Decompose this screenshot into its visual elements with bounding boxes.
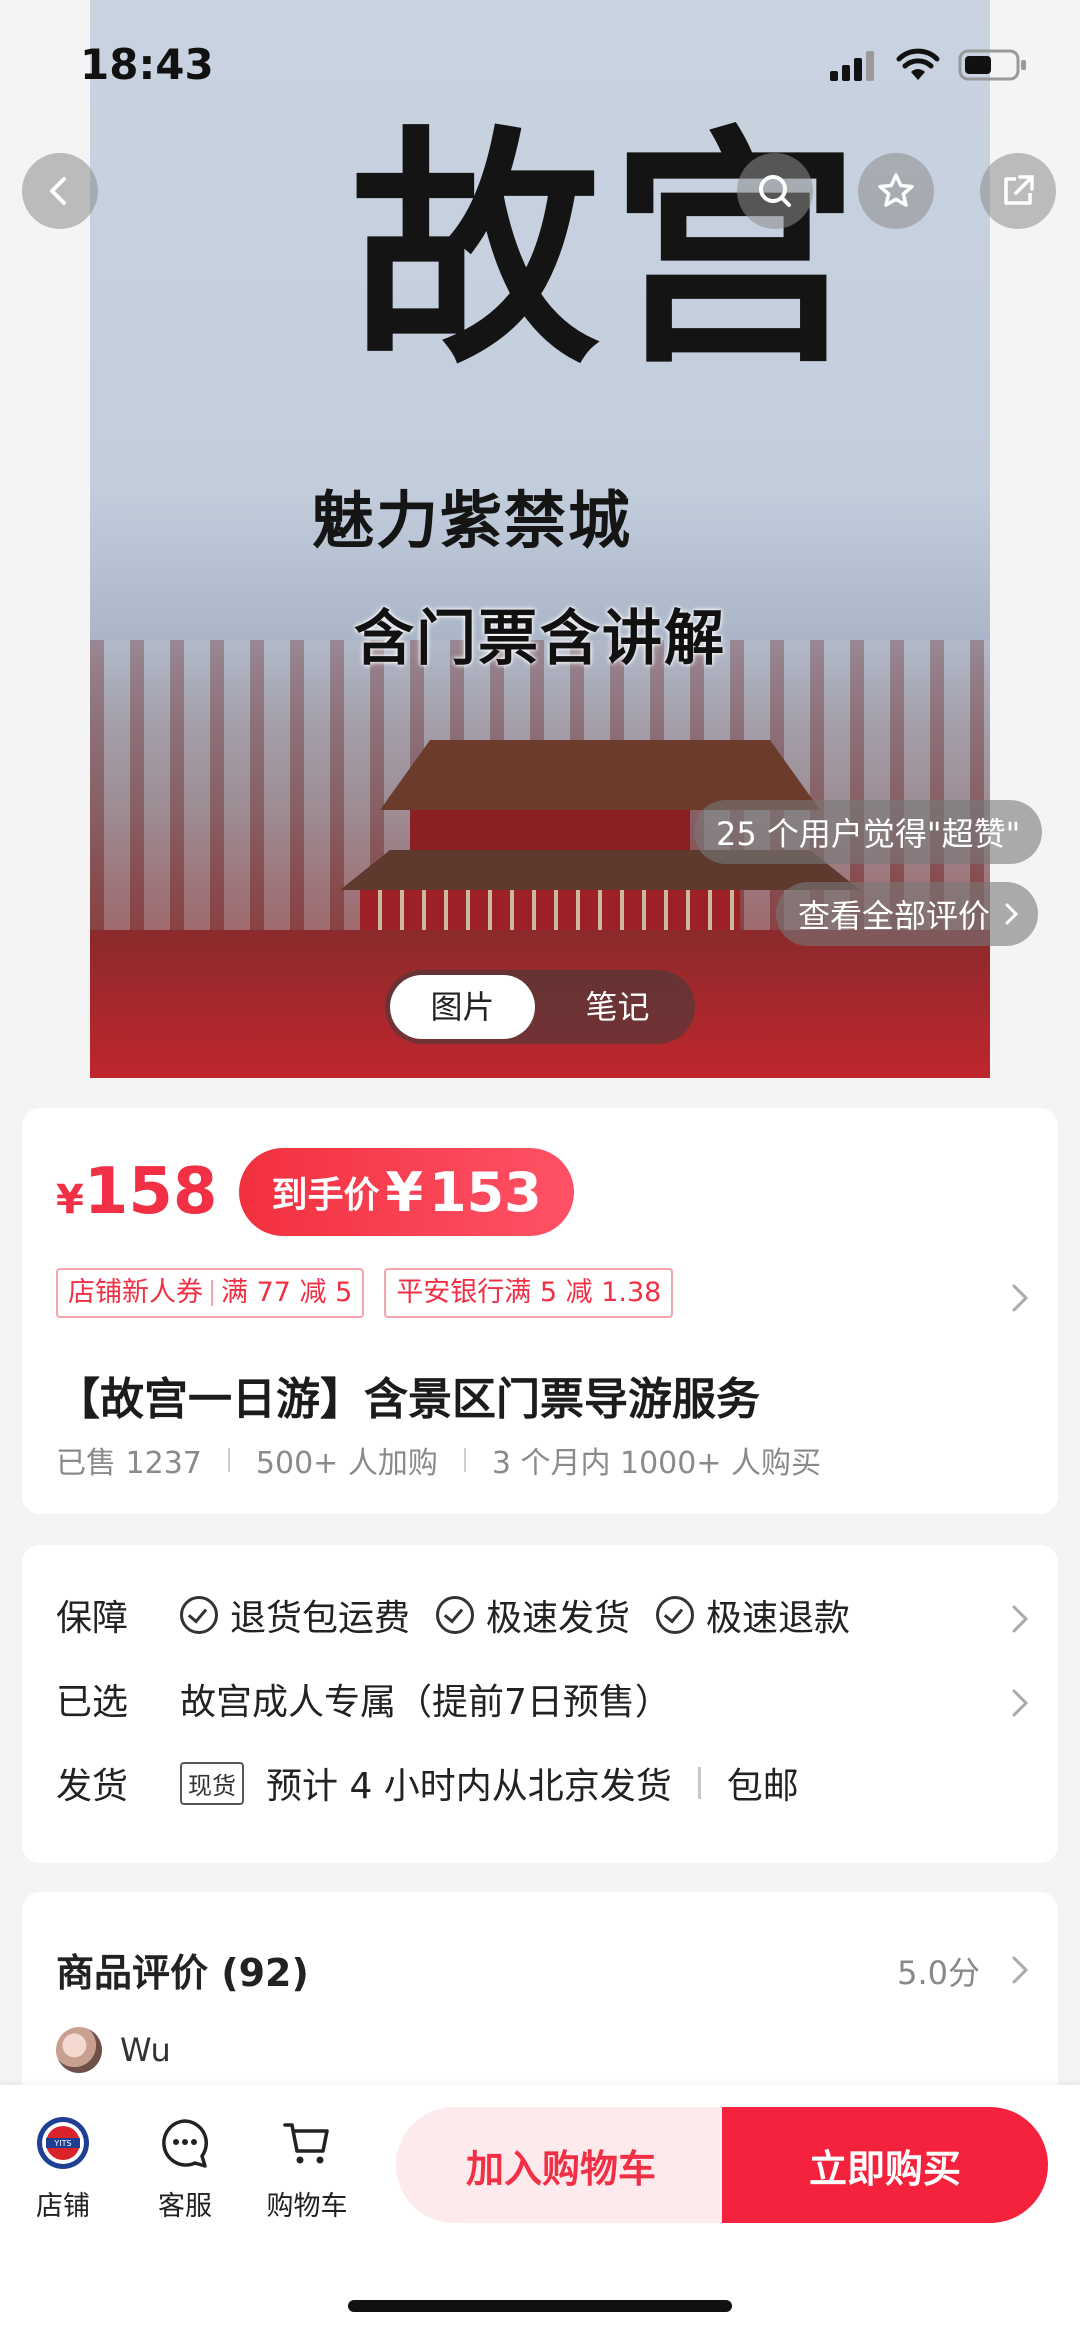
check-circle-icon: [436, 1596, 475, 1634]
status-icons: [828, 48, 1028, 82]
tab-images[interactable]: 图片: [390, 975, 535, 1039]
final-price-currency: ¥: [385, 1160, 424, 1224]
selected-value: 故宫成人专属（提前7日预售）: [180, 1682, 671, 1723]
selected-label: 已选: [56, 1682, 129, 1723]
chevron-right-icon[interactable]: [1008, 1599, 1032, 1639]
chevron-right-icon[interactable]: [1008, 1278, 1032, 1318]
share-button[interactable]: [980, 153, 1056, 229]
shipping-text: 预计 4 小时内从北京发货: [266, 1766, 672, 1807]
chevron-right-icon[interactable]: [1008, 1950, 1032, 1990]
final-price-badge: 到手价 ¥ 153: [239, 1148, 574, 1236]
cart-button[interactable]: 购物车: [252, 2115, 362, 2223]
media-tabs: 图片 笔记: [385, 970, 695, 1044]
add-to-cart-button[interactable]: 加入购物车: [396, 2107, 726, 2223]
share-icon: [1004, 175, 1034, 205]
avatar: [56, 2027, 102, 2073]
shipping-label: 发货: [56, 1766, 129, 1807]
status-bar: 18:43: [0, 0, 1080, 130]
in-stock-tag: 现货: [180, 1761, 244, 1805]
coupon-shop-new[interactable]: 店铺新人券 满 77 减 5: [56, 1268, 365, 1318]
price-card: ¥ 158 到手价 ¥ 153 店铺新人券 满 77 减 5 平安银行满 5 减…: [22, 1108, 1058, 1514]
cart-icon: [283, 2123, 329, 2164]
hero-title: 故宫: [350, 103, 870, 397]
tab-notes[interactable]: 笔记: [545, 975, 690, 1039]
search-button[interactable]: [737, 153, 813, 229]
guarantee-row[interactable]: 保障 退货包运费 极速发货 极速退款: [56, 1589, 876, 1641]
chevron-left-icon: [50, 177, 66, 205]
free-shipping: 包邮: [726, 1766, 799, 1807]
reviews-score: 5.0分: [897, 1954, 980, 1992]
selected-row[interactable]: 已选 故宫成人专属（提前7日预售）: [56, 1673, 671, 1725]
svg-text:YITS: YITS: [53, 2139, 71, 2148]
price-currency: ¥: [56, 1177, 84, 1223]
coupon-text: 平安银行满 5 减 1.38: [396, 1277, 662, 1308]
chevron-right-icon: [1005, 903, 1019, 925]
favorite-button[interactable]: [858, 153, 934, 229]
view-all-reviews-pill[interactable]: 查看全部评价: [776, 882, 1039, 946]
product-title: 【故宫一日游】含景区门票导游服务: [56, 1374, 760, 1425]
reviewer: Wu: [56, 2027, 171, 2073]
guarantee-label: 保障: [56, 1598, 129, 1639]
view-all-reviews-text: 查看全部评价: [798, 897, 991, 935]
coupon-bank[interactable]: 平安银行满 5 减 1.38: [384, 1268, 674, 1318]
coupon-text: 满 77 减 5: [221, 1277, 353, 1308]
recent-buyers: 3 个月内 1000+ 人购买: [491, 1446, 822, 1481]
likes-text: 25 个用户觉得"超赞": [716, 815, 1021, 853]
sales-stats: 已售 1237 500+ 人加购 3 个月内 1000+ 人购买: [56, 1438, 821, 1482]
likes-pill[interactable]: 25 个用户觉得"超赞": [694, 800, 1043, 864]
price-value: 158: [83, 1155, 218, 1229]
hero-caption: 含门票含讲解: [354, 604, 726, 674]
shop-button[interactable]: YITS 店铺: [8, 2115, 118, 2223]
cart-label: 购物车: [266, 2191, 348, 2222]
product-gallery[interactable]: 故宫 魅力紫禁城 含门票含讲解 18:43 25 个用户觉得"超赞" 查看全部评…: [0, 0, 1080, 1085]
status-time: 18:43: [80, 40, 214, 89]
shop-label: 店铺: [36, 2191, 90, 2222]
search-icon: [759, 175, 791, 207]
customer-service-button[interactable]: 客服: [130, 2115, 240, 2223]
wifi-icon: [896, 48, 940, 80]
reviewer-name: Wu: [120, 2031, 171, 2069]
check-circle-icon: [656, 1596, 695, 1634]
service-card: 保障 退货包运费 极速发货 极速退款 已选 故宫成人专属（提前7日预售） 发货 …: [22, 1545, 1058, 1863]
coupon-text: 店铺新人券: [68, 1277, 203, 1308]
back-button[interactable]: [22, 153, 98, 229]
buy-now-button[interactable]: 立即购买: [722, 2107, 1048, 2223]
guarantee-item: 极速发货: [436, 1589, 630, 1641]
shop-logo-icon: YITS: [37, 2117, 89, 2169]
shipping-row: 发货 现货 预计 4 小时内从北京发货 包邮: [56, 1757, 799, 1809]
battery-icon: [958, 49, 1026, 81]
hero-subtitle: 魅力紫禁城: [312, 484, 633, 557]
home-indicator: [348, 2300, 732, 2312]
chevron-right-icon[interactable]: [1008, 1683, 1032, 1723]
reviews-title: 商品评价 (92): [56, 1951, 309, 1995]
guarantee-item: 极速退款: [656, 1589, 850, 1641]
final-price-value: 153: [429, 1160, 542, 1224]
star-icon: [878, 173, 914, 207]
coupon-list[interactable]: 店铺新人券 满 77 减 5 平安银行满 5 减 1.38: [56, 1268, 674, 1318]
signal-icon: [830, 51, 874, 81]
cart-adds: 500+ 人加购: [255, 1446, 438, 1481]
customer-service-label: 客服: [158, 2191, 212, 2222]
check-circle-icon: [180, 1596, 218, 1634]
guarantee-item: 退货包运费: [180, 1589, 410, 1641]
final-price-label: 到手价: [271, 1175, 380, 1216]
price-row: ¥ 158 到手价 ¥ 153: [56, 1148, 574, 1236]
chat-icon: [162, 2119, 208, 2168]
sold-count: 已售 1237: [56, 1446, 202, 1481]
